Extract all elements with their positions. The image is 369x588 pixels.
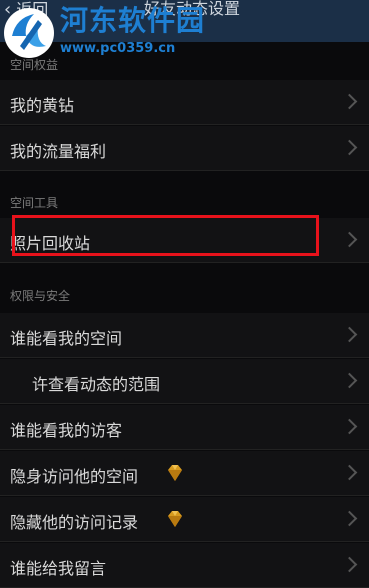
chevron-right-icon bbox=[341, 372, 358, 389]
row-label: 谁能看我的访客 bbox=[10, 421, 123, 440]
section-label-privacy: 权限与安全 bbox=[10, 289, 71, 303]
row-who-can-visit[interactable]: 谁能看我的访客 bbox=[0, 405, 369, 450]
watermark-logo-icon bbox=[4, 8, 54, 58]
yellow-diamond-icon bbox=[168, 465, 182, 481]
watermark-url: www.pc0359.cn bbox=[60, 41, 176, 56]
row-label: 许查看动态的范围 bbox=[32, 375, 161, 394]
row-hidden-visit[interactable]: 隐身访问他的空间 bbox=[0, 451, 369, 496]
chevron-right-icon bbox=[341, 464, 358, 481]
yellow-diamond-icon bbox=[168, 511, 182, 527]
section-label-space-perms: 空间权益 bbox=[10, 58, 59, 72]
row-who-can-message[interactable]: 谁能给我留言 bbox=[0, 543, 369, 588]
chevron-right-icon bbox=[341, 231, 358, 248]
row-yellow-diamond[interactable]: 我的黄钻 bbox=[0, 80, 369, 125]
row-hide-records[interactable]: 隐藏他的访问记录 bbox=[0, 497, 369, 542]
row-label: 隐藏他的访问记录 bbox=[10, 513, 139, 532]
chevron-right-icon bbox=[341, 139, 358, 156]
chevron-right-icon bbox=[341, 93, 358, 110]
row-traffic-benefit[interactable]: 我的流量福利 bbox=[0, 126, 369, 171]
chevron-right-icon bbox=[341, 510, 358, 527]
chevron-right-icon bbox=[341, 556, 358, 573]
chevron-right-icon bbox=[341, 326, 358, 343]
row-label: 我的黄钻 bbox=[10, 96, 75, 115]
row-label: 隐身访问他的空间 bbox=[10, 467, 139, 486]
chevron-right-icon bbox=[341, 418, 358, 435]
row-label: 谁能给我留言 bbox=[10, 559, 107, 578]
row-who-can-see[interactable]: 谁能看我的空间 bbox=[0, 313, 369, 358]
watermark-title: 河东软件园 bbox=[60, 4, 206, 37]
row-label: 谁能看我的空间 bbox=[10, 329, 123, 348]
section-label-space-tools: 空间工具 bbox=[10, 196, 59, 210]
highlight-box bbox=[12, 215, 319, 256]
row-dynamic-range[interactable]: 许查看动态的范围 bbox=[0, 359, 369, 404]
row-label: 我的流量福利 bbox=[10, 142, 107, 161]
